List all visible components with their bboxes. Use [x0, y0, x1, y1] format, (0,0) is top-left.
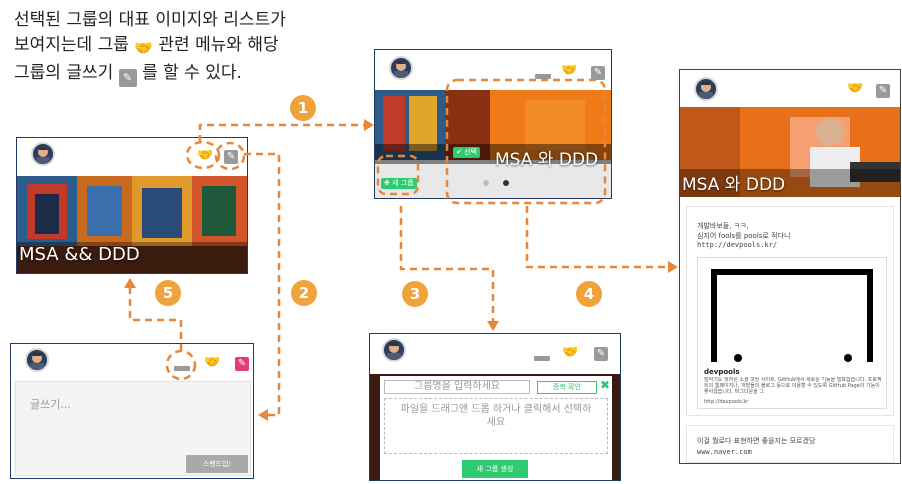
new-group-button[interactable]: ✚ 새 그룹	[381, 178, 417, 189]
handshake-icon[interactable]: 🤝	[847, 81, 863, 96]
intro-line-2: 보여지는데 그룹 🤝 관련 메뉴와 해당	[14, 33, 354, 61]
intro-line-3b: 를 할 수 있다.	[142, 63, 242, 83]
avatar[interactable]	[25, 348, 49, 372]
intro-line-2a: 보여지는데 그룹	[14, 35, 129, 55]
group-title: MSA && DDD	[19, 244, 140, 265]
preview-image	[698, 258, 886, 366]
arrowhead-2	[258, 409, 268, 421]
step-badge-4: 4	[576, 281, 602, 307]
submit-button[interactable]: 스펜드업!	[186, 455, 248, 473]
link-preview[interactable]: devpools 말하기도 잊어픈 소셜 코딩 사이트. GitHub에서 새로…	[697, 257, 887, 409]
intro-text: 선택된 그룹의 대표 이미지와 리스트가 보여지는데 그룹 🤝 관련 메뉴와 해…	[14, 8, 354, 87]
drop-zone-text: 파일을 드래그앤 드롭 하거나 클릭해서 선택하세요	[400, 404, 592, 428]
arrowhead-4	[668, 261, 678, 273]
check-duplicate-button[interactable]: 중복 확인	[537, 381, 597, 394]
post-panel: 🤝 ✎ MSA 와 DDD 개발바보들, ㅋㅋ, 심지어 fools를 pool…	[679, 69, 901, 464]
post-text-3: 이걸 뭘로다 표현하면 좋을지는 모르겠당	[697, 437, 816, 445]
handshake-icon: 🤝	[134, 39, 153, 57]
avatar[interactable]	[694, 77, 718, 101]
minimize-icon[interactable]	[174, 366, 190, 371]
edit-button[interactable]: ✎	[224, 150, 238, 164]
write-placeholder: 글쓰기...	[30, 398, 71, 411]
edit-button[interactable]: ✎	[235, 357, 249, 371]
file-drop-zone[interactable]: 파일을 드래그앤 드롭 하거나 클릭해서 선택하세요	[384, 398, 608, 454]
create-form: 그룹명을 입력하세요 중복 확인 ✖ 파일을 드래그앤 드롭 하거나 클릭해서 …	[380, 376, 612, 480]
arrowhead-5	[124, 278, 136, 288]
edit-button[interactable]: ✎	[591, 66, 605, 80]
group-name-input[interactable]: 그룹명을 입력하세요	[384, 380, 530, 394]
post-card-2: 이걸 뭘로다 표현하면 좋을지는 모르겠당 www.naver.com	[686, 425, 894, 463]
preview-title: devpools	[704, 368, 740, 376]
handshake-icon[interactable]: 🤝	[197, 148, 213, 163]
select-title: MSA 와 DDD	[495, 150, 599, 170]
minimize-icon[interactable]	[535, 74, 551, 79]
close-icon[interactable]: ✖	[600, 378, 610, 392]
handshake-icon[interactable]: 🤝	[561, 63, 577, 78]
post-title: MSA 와 DDD	[682, 175, 786, 195]
post-url[interactable]: http://devpools.kr/	[697, 241, 777, 249]
intro-line-3: 그룹의 글쓰기 ✎ 를 할 수 있다.	[14, 61, 354, 87]
preview-url: http://devpools.kr	[704, 399, 749, 405]
edit-button[interactable]: ✎	[876, 84, 890, 98]
write-area[interactable]: 글쓰기... 스펜드업!	[15, 381, 251, 476]
handshake-icon[interactable]: 🤝	[204, 355, 220, 370]
step-badge-5: 5	[155, 280, 181, 306]
post-banner: MSA 와 DDD	[680, 107, 900, 197]
avatar[interactable]	[31, 142, 55, 166]
select-panel: 🤝 ✎ MSA 와 DDD ✔ 선택 ✚ 새 그룹	[374, 49, 612, 199]
step-badge-1: 1	[290, 95, 316, 121]
write-panel: 🤝 ✎ 글쓰기... 스펜드업!	[10, 343, 254, 479]
arrowhead-3	[487, 321, 499, 331]
diagram-root: 선택된 그룹의 대표 이미지와 리스트가 보여지는데 그룹 🤝 관련 메뉴와 해…	[0, 0, 902, 484]
handshake-icon[interactable]: 🤝	[562, 345, 578, 360]
group-banner: MSA && DDD	[17, 176, 247, 273]
intro-line-1: 선택된 그룹의 대표 이미지와 리스트가	[14, 10, 286, 30]
avatar[interactable]	[389, 56, 413, 80]
step-badge-3: 3	[402, 281, 428, 307]
intro-line-2b: 관련 메뉴와 해당	[158, 35, 279, 55]
edit-button[interactable]: ✎	[594, 347, 608, 361]
edit-icon: ✎	[118, 69, 137, 87]
post-text-2: 심지어 fools를 pools로 적다니	[697, 232, 791, 240]
post-text-4[interactable]: www.naver.com	[697, 448, 752, 456]
intro-line-3a: 그룹의 글쓰기	[14, 63, 114, 83]
create-area: 그룹명을 입력하세요 중복 확인 ✖ 파일을 드래그앤 드롭 하거나 클릭해서 …	[370, 374, 620, 480]
minimize-icon[interactable]	[534, 356, 550, 361]
arrow-4	[525, 206, 670, 269]
preview-desc: 말하기도 잊어픈 소셜 코딩 사이트. GitHub에서 새로운 기능을 발표합…	[704, 377, 882, 395]
arrowhead-1	[364, 119, 374, 131]
group-panel: 🤝 ✎ MSA && DDD	[16, 137, 248, 274]
post-card-1: 개발바보들, ㅋㅋ, 심지어 fools를 pools로 적다니 http://…	[686, 206, 894, 416]
select-button[interactable]: ✔ 선택	[453, 147, 480, 158]
select-banner: MSA 와 DDD ✔ 선택 ✚ 새 그룹	[375, 90, 611, 198]
create-group-button[interactable]: 새 그룹 생성	[462, 460, 528, 478]
create-panel: 🤝 ✎ 그룹명을 입력하세요 중복 확인 ✖ 파일을 드래그앤 드롭 하거나 클…	[369, 333, 621, 481]
post-text-1: 개발바보들, ㅋㅋ,	[697, 222, 749, 230]
avatar[interactable]	[382, 338, 406, 362]
step-badge-2: 2	[291, 280, 317, 306]
